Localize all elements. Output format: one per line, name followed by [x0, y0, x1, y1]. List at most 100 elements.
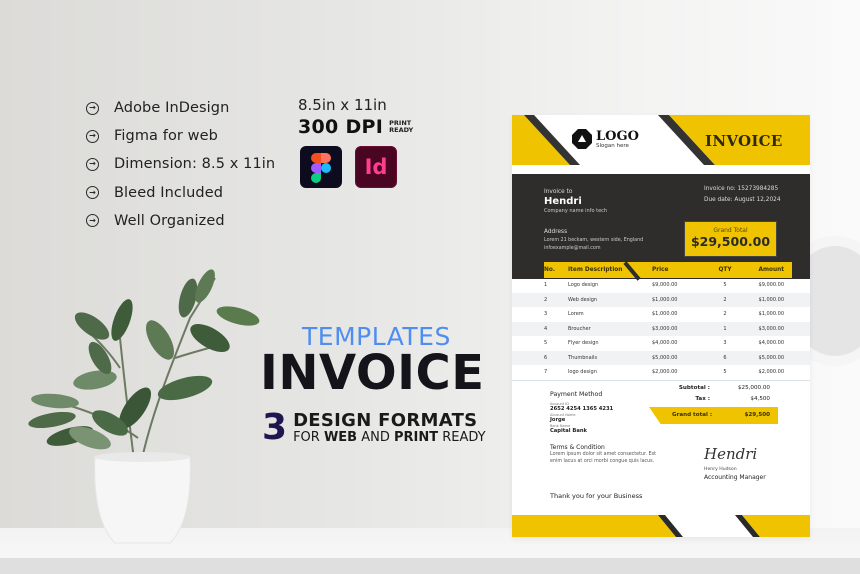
arrow-circle-right-icon: → [86, 157, 99, 171]
feature-item: → Adobe InDesign [86, 94, 275, 122]
table-row: 2 Web design $1,000.00 2 $1,000.00 [512, 292, 810, 307]
cell-qty: 6 [706, 350, 744, 365]
invoice-title: INVOICE [705, 132, 783, 150]
subtotal-value: $25,000.00 [737, 385, 770, 391]
formats-title: DESIGN FORMATS [293, 410, 478, 431]
table-row: 3 Lorem $1,000.00 2 $1,000.00 [512, 307, 810, 322]
thank-you-note: Thank you for your Business [550, 492, 643, 500]
cell-description: Web design [568, 292, 652, 307]
client-name: Hendri [544, 196, 582, 207]
formats-subtitle: FOR WEB AND PRINT READY [293, 430, 486, 445]
bank-name: Capital Bank [550, 428, 587, 434]
indesign-icon: Id [355, 146, 397, 188]
table-divider [512, 380, 810, 381]
cell-amount: $3,000.00 [744, 321, 792, 336]
email: infoexample@mail.com [544, 246, 601, 251]
invoice-document: LOGO Slogan here INVOICE Invoice to Hend… [512, 115, 810, 537]
cell-price: $4,000.00 [652, 340, 678, 347]
cell-price: $1,000.00 [652, 292, 706, 307]
app-icons: Id [300, 146, 397, 188]
feature-label: Dimension: 8.5 x 11in [114, 156, 276, 173]
cell-amount: $4,000.00 [758, 340, 784, 347]
plant-leaves [28, 269, 260, 450]
sub-for: FOR [293, 430, 324, 445]
address-label: Address [544, 229, 568, 235]
feature-label: Bleed Included [114, 184, 224, 201]
cell-description: logo design [568, 369, 597, 376]
cell-price: $5,000.00 [652, 350, 706, 365]
tax-label: Tax : [695, 396, 710, 402]
account-name: Jorge [550, 417, 566, 423]
cell-description: Broucher [568, 321, 652, 336]
signature: Hendri [704, 445, 758, 463]
figma-icon [300, 146, 342, 188]
tax-value: $4,500 [750, 396, 770, 402]
feature-item: → Bleed Included [86, 179, 275, 207]
cell-amount: $2,000.00 [758, 369, 784, 376]
feature-list: → Adobe InDesign → Figma for web → Dimen… [86, 94, 275, 235]
cell-description: Logo design [568, 282, 599, 289]
arrow-circle-right-icon: → [86, 129, 99, 143]
cell-qty: 5 [723, 369, 727, 376]
cell-no: 7 [544, 369, 548, 376]
feature-label: Figma for web [114, 128, 218, 145]
print-ready-line2: READY [389, 126, 414, 134]
invoice-to-label: Invoice to [544, 189, 573, 195]
cell-no: 4 [544, 321, 568, 336]
sub-web: WEB [323, 430, 358, 445]
formats-text: DESIGN FORMATS FOR WEB AND PRINT READY [293, 411, 486, 445]
cell-price: $2,000.00 [652, 369, 678, 376]
terms-label: Terms & Condition [550, 444, 605, 451]
grand-total-label: Grand Total [713, 227, 748, 234]
header-amount: Amount [744, 262, 792, 278]
table-row: 6 Thumbnails $5,000.00 6 $5,000.00 [512, 350, 810, 365]
cell-qty: 2 [706, 292, 744, 307]
table-row: 7 logo design $2,000.00 5 $2,000.00 [512, 365, 810, 380]
formats-tagline: 3 DESIGN FORMATS FOR WEB AND PRINT READY [262, 410, 486, 446]
due-date: Due date: August 12,2024 [704, 197, 781, 203]
plant-image [28, 269, 260, 544]
header-no: No. [544, 262, 568, 278]
cell-amount: $1,000.00 [744, 292, 792, 307]
grand-total2-label: Grand total : [672, 412, 713, 418]
table-header-row: No. Item Description Price QTY Amount [512, 262, 810, 278]
cell-amount: $9,000.00 [758, 282, 784, 289]
cell-qty: 1 [706, 321, 744, 336]
account-id: 2652 4254 1365 4231 [550, 406, 614, 412]
payment-method-label: Payment Method [550, 391, 603, 398]
logo-text: LOGO [596, 128, 639, 144]
cell-description: Thumbnails [568, 350, 652, 365]
logo-mark-icon [572, 129, 592, 149]
sub-ready: READY [438, 430, 486, 445]
header-qty: QTY [706, 262, 744, 278]
cell-price: $3,000.00 [652, 321, 706, 336]
format-count: 3 [262, 407, 288, 448]
subtotal-label: Subtotal : [678, 385, 710, 391]
cell-qty: 3 [723, 340, 727, 347]
sub-print: PRINT [393, 430, 439, 445]
pot-rim [94, 452, 190, 462]
cell-amount: $5,000.00 [744, 350, 792, 365]
cell-description: Flyer design [568, 340, 599, 347]
invoice-heading: INVOICE [260, 345, 485, 401]
company-name: Company name info tech [544, 208, 608, 214]
terms-text: Lorem ipsum dolor sit amet consectetur. … [550, 452, 657, 464]
grand-total-box: Grand Total $29,500.00 [684, 221, 777, 257]
cell-description: Lorem [568, 311, 584, 318]
table-row: 5 Flyer design $4,000.00 3 $4,000.00 [512, 336, 810, 351]
invoice-number: Invoice no: 15273984285 [704, 186, 779, 192]
feature-label: Adobe InDesign [114, 100, 230, 117]
plant-pot [94, 455, 191, 544]
sub-and: AND [357, 430, 394, 445]
dimension-text: 8.5in x 11in [298, 96, 387, 114]
feature-item: → Well Organized [86, 207, 275, 235]
dpi-row: 300 DPI PRINT READY [298, 116, 413, 138]
header-description: Item Description [568, 262, 652, 278]
cell-qty: 2 [723, 311, 727, 318]
signer-role: Accounting Manager [704, 474, 766, 481]
cell-no: 6 [544, 350, 568, 365]
header-left-yellow [512, 115, 570, 165]
signer-name: Henry Hudson [704, 467, 737, 472]
address-line: Lorem 21 beckam, western side, England [544, 238, 644, 243]
header-price: Price [652, 262, 706, 278]
